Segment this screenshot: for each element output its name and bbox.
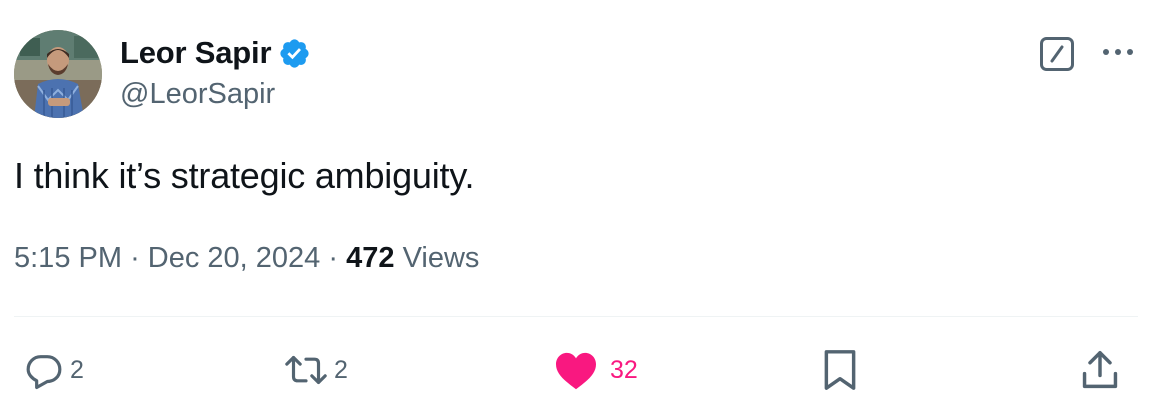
meta-separator: · [130, 242, 140, 274]
tweet-time[interactable]: 5:15 PM [14, 242, 122, 274]
reply-icon [26, 355, 62, 390]
bookmark-button[interactable] [820, 348, 860, 392]
verified-badge-icon[interactable] [278, 37, 311, 70]
more-dots-icon[interactable] [1100, 44, 1136, 60]
reply-count: 2 [70, 355, 84, 384]
divider [14, 316, 1138, 317]
meta-separator: · [328, 242, 339, 274]
heart-icon [556, 352, 596, 390]
views-count[interactable]: 472 [346, 242, 394, 274]
avatar-photo [14, 30, 102, 118]
retweet-count: 2 [334, 355, 348, 384]
retweet-button[interactable]: 2 [284, 348, 348, 392]
share-icon [1082, 351, 1118, 389]
tweet-date[interactable]: Dec 20, 2024 [148, 242, 321, 274]
views-label: Views [402, 242, 480, 274]
avatar[interactable] [14, 30, 102, 118]
author-name-row: Leor Sapir [120, 33, 311, 73]
author-handle[interactable]: @LeorSapir [120, 78, 275, 111]
grok-icon[interactable] [1039, 36, 1075, 72]
bookmark-icon [824, 350, 856, 390]
like-count: 32 [610, 355, 638, 384]
author-display-name[interactable]: Leor Sapir [120, 35, 272, 71]
retweet-icon [285, 355, 327, 385]
tweet-text: I think it’s strategic ambiguity. [14, 155, 475, 196]
reply-button[interactable]: 2 [24, 348, 84, 392]
like-button[interactable]: 32 [554, 348, 638, 392]
tweet-metadata: 5:15 PM · Dec 20, 2024 · 472 Views [14, 242, 479, 275]
share-button[interactable] [1080, 348, 1120, 392]
